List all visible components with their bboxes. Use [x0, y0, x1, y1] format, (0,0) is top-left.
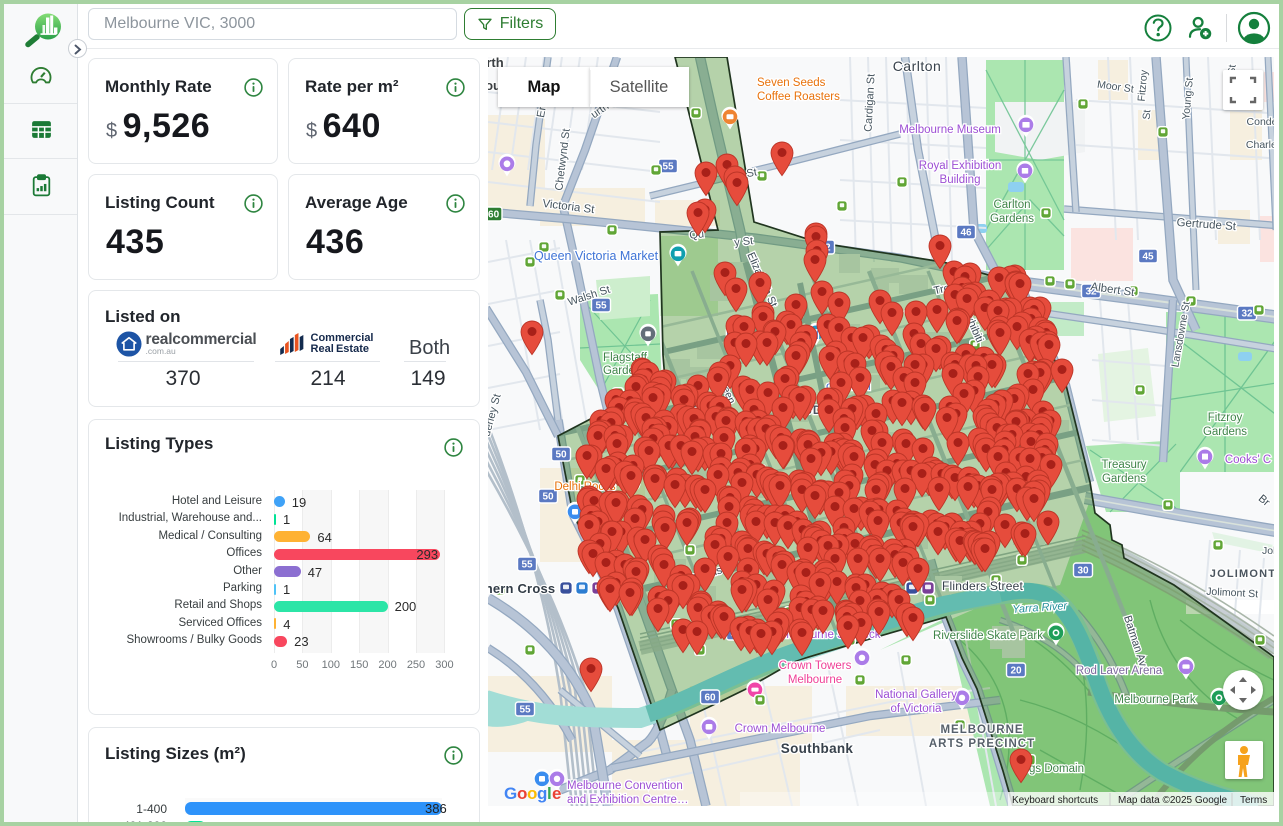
- svg-text:Fitzroy: Fitzroy: [1208, 412, 1243, 424]
- svg-text:Carlton: Carlton: [893, 58, 942, 74]
- svg-text:Charles: Charles: [1246, 139, 1274, 151]
- svg-text:Keyboard shortcuts: Keyboard shortcuts: [1012, 795, 1098, 806]
- svg-text:Jolin: Jolin: [1262, 545, 1274, 557]
- svg-text:Crown Melbourne: Crown Melbourne: [735, 723, 826, 735]
- svg-text:Seven Seeds: Seven Seeds: [757, 77, 826, 89]
- svg-text:Map data ©2025 Google: Map data ©2025 Google: [1118, 795, 1228, 806]
- svg-text:Map: Map: [528, 78, 561, 96]
- svg-text:55: 55: [595, 301, 607, 312]
- svg-text:50: 50: [542, 492, 554, 503]
- svg-text:60: 60: [704, 693, 716, 704]
- svg-text:Building: Building: [940, 174, 981, 186]
- svg-text:Crown Towers: Crown Towers: [779, 660, 852, 672]
- svg-text:o: o: [527, 784, 537, 803]
- svg-text:Gardens: Gardens: [990, 213, 1034, 225]
- svg-text:Riverslide Skate Park: Riverslide Skate Park: [933, 630, 1043, 642]
- svg-text:y St: y St: [734, 235, 754, 249]
- svg-text:hern Cross: hern Cross: [488, 581, 555, 596]
- svg-text:Coffee Roasters: Coffee Roasters: [757, 91, 840, 103]
- svg-text:g: g: [537, 784, 547, 803]
- svg-text:Flinders Street: Flinders Street: [942, 579, 1023, 593]
- svg-text:e: e: [552, 784, 561, 803]
- svg-text:Treasury: Treasury: [1102, 459, 1147, 471]
- svg-text:Gardens: Gardens: [1102, 473, 1146, 485]
- svg-text:National Gallery: National Gallery: [875, 689, 957, 701]
- svg-text:MELBOURNE: MELBOURNE: [940, 724, 1023, 736]
- svg-text:of Victoria: of Victoria: [891, 703, 943, 715]
- svg-text:Gardens: Gardens: [1203, 426, 1247, 438]
- svg-text:Satellite: Satellite: [610, 78, 669, 96]
- svg-text:JOLIMONT: JOLIMONT: [1210, 568, 1274, 580]
- svg-text:30: 30: [1077, 566, 1089, 577]
- svg-text:Rod Laver Arena: Rod Laver Arena: [1076, 665, 1163, 677]
- svg-text:Carlton: Carlton: [993, 199, 1030, 211]
- svg-text:55: 55: [521, 560, 533, 571]
- svg-text:and Exhibition Centre…: and Exhibition Centre…: [567, 794, 688, 806]
- svg-text:ARTS PRECINCT: ARTS PRECINCT: [929, 738, 1035, 750]
- svg-text:Cooks' C: Cooks' C: [1225, 454, 1271, 466]
- svg-text:55: 55: [662, 162, 674, 173]
- svg-text:50: 50: [555, 450, 567, 461]
- svg-text:Southbank: Southbank: [781, 741, 854, 756]
- svg-text:o: o: [517, 784, 527, 803]
- svg-text:32: 32: [1241, 309, 1253, 320]
- svg-text:20: 20: [1010, 666, 1022, 677]
- svg-text:A60: A60: [488, 210, 500, 221]
- svg-text:46: 46: [960, 228, 972, 239]
- svg-text:Melbourne Park: Melbourne Park: [1114, 694, 1195, 706]
- svg-text:Terms: Terms: [1240, 795, 1267, 806]
- svg-text:55: 55: [519, 705, 531, 716]
- svg-text:Melbourne Convention: Melbourne Convention: [567, 780, 683, 792]
- svg-text:Royal Exhibition: Royal Exhibition: [919, 160, 1001, 172]
- svg-text:Queen Victoria Market: Queen Victoria Market: [534, 249, 659, 263]
- svg-text:G: G: [504, 784, 517, 803]
- svg-text:Melbourne Museum: Melbourne Museum: [899, 124, 1001, 136]
- svg-text:45: 45: [1142, 252, 1154, 263]
- svg-text:Melbourne: Melbourne: [788, 674, 842, 686]
- svg-text:St: St: [1141, 109, 1154, 120]
- svg-text:Conde: Conde: [1247, 116, 1274, 128]
